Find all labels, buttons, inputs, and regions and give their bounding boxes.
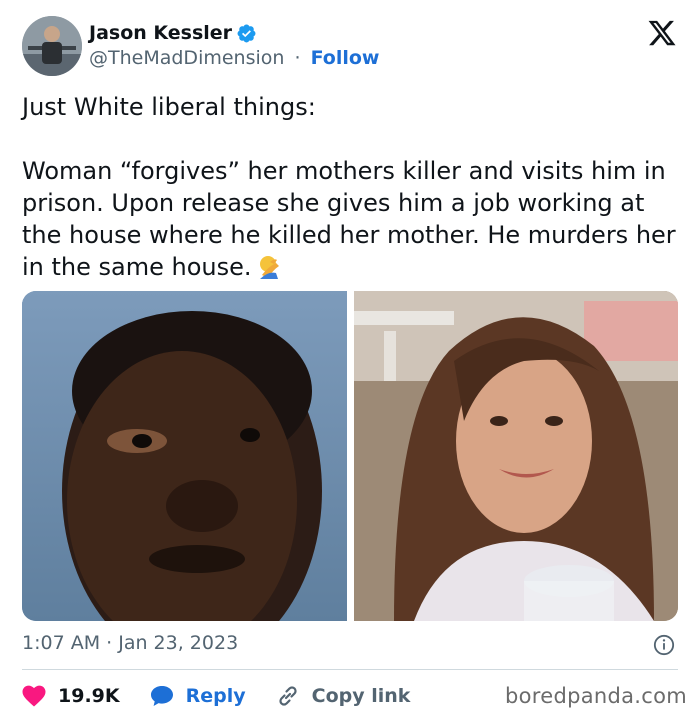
tweet-media[interactable] [22,291,678,621]
copy-link-label: Copy link [311,685,411,707]
author-name[interactable]: Jason Kessler [89,22,232,44]
author-handle[interactable]: @TheMadDimension [89,47,284,69]
verified-badge-icon [237,24,256,42]
avatar[interactable] [22,16,82,76]
action-bar: 19.9K Reply Copy link [22,682,440,710]
author-handle-row: @TheMadDimension · Follow [89,47,379,69]
divider [22,669,678,670]
tweet-card: Jason Kessler @TheMadDimension · Follow … [0,0,700,723]
heart-icon [22,685,46,707]
handle-separator: · [294,47,301,69]
info-icon[interactable] [653,634,675,656]
tweet-line-1: Just White liberal things: [22,93,316,121]
facepalm-icon [259,256,279,279]
reply-bubble-icon [150,686,173,706]
photo-man[interactable] [22,291,347,621]
author-name-row: Jason Kessler [89,20,257,46]
tweet-body: Woman “forgives” her mothers killer and … [22,157,676,281]
like-button[interactable]: 19.9K [22,685,120,707]
reply-button[interactable]: Reply [150,685,246,707]
like-count: 19.9K [58,685,120,707]
tweet-timestamp[interactable]: 1:07 AM · Jan 23, 2023 [22,632,238,654]
link-icon [279,686,297,706]
x-logo-icon[interactable] [646,18,678,48]
tweet-text: Just White liberal things: Woman “forgiv… [22,91,682,283]
follow-button[interactable]: Follow [311,47,380,69]
copy-link-button[interactable]: Copy link [276,684,411,708]
photo-woman[interactable] [354,291,678,621]
tweet-body-paragraph: Woman “forgives” her mothers killer and … [22,155,682,283]
reply-label: Reply [185,685,246,707]
watermark: boredpanda.com [505,684,688,708]
